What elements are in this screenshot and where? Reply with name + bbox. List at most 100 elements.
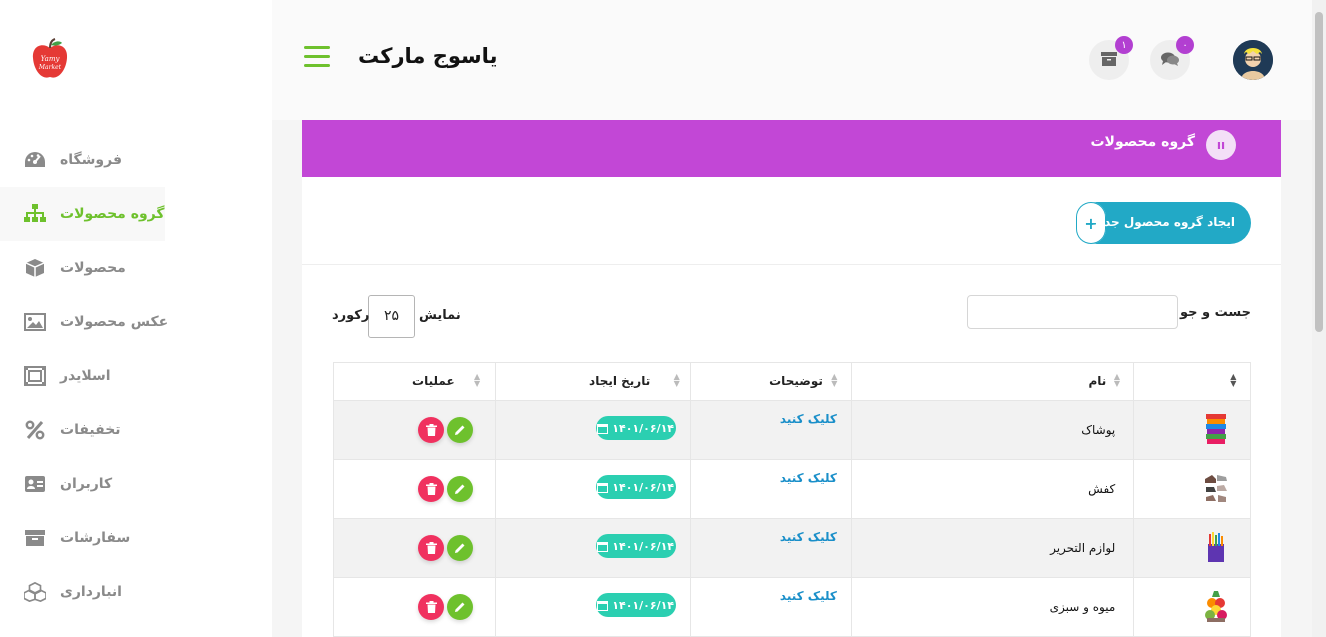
- sidebar-item-product-groups[interactable]: گروه محصولات: [0, 187, 165, 241]
- sidebar-item-store[interactable]: فروشگاه: [0, 133, 272, 187]
- sidebar-item-products[interactable]: محصولات: [0, 241, 272, 295]
- search-label: جست و جو :: [1170, 305, 1251, 320]
- column-header-operations[interactable]: ▲ ▼ عملیات: [334, 363, 495, 400]
- user-avatar[interactable]: [1233, 40, 1273, 80]
- brand-logo[interactable]: Yamy Market: [30, 38, 70, 82]
- calendar-icon: [597, 600, 609, 611]
- sidebar-item-slider[interactable]: اسلایدر: [0, 349, 272, 403]
- slider-icon: [24, 365, 46, 387]
- sort-icon: ▲ ▼: [831, 372, 838, 388]
- archive-box-icon: [24, 527, 46, 549]
- delete-button[interactable]: [418, 594, 444, 620]
- group-name: کفش: [1088, 482, 1116, 496]
- sort-icon: ▲ ▼: [673, 372, 680, 388]
- sidebar: Yamy Market فروشگاه گروه محصولات محصولات: [0, 0, 272, 637]
- archive-icon: [1101, 51, 1117, 70]
- description-link[interactable]: کلیک کنید: [780, 589, 837, 603]
- calendar-icon: [597, 423, 609, 434]
- table-row: ۱۴۰۱/۰۶/۱۴ کلیک کنید لوازم التحریر: [334, 519, 1250, 578]
- group-name: لوازم التحریر: [1050, 541, 1116, 555]
- sidebar-item-label: عکس محصولات: [60, 314, 169, 330]
- panel-title: گروه محصولات: [1090, 134, 1195, 150]
- sidebar-item-users[interactable]: کاربران: [0, 457, 272, 511]
- sidebar-item-product-images[interactable]: عکس محصولات: [0, 295, 272, 349]
- group-name: میوه و سبزی: [1049, 600, 1116, 614]
- delete-button[interactable]: [418, 535, 444, 561]
- panel-header: ıı گروه محصولات: [302, 120, 1281, 177]
- sidebar-item-discounts[interactable]: تخفیفات: [0, 403, 272, 457]
- column-header-image[interactable]: ▲ ▼: [1133, 363, 1250, 400]
- clothing-thumbnail: [1206, 414, 1227, 444]
- top-header: یاسوج مارکت ۱ ۰: [272, 0, 1312, 120]
- table-header-row: ▲ ▼ عملیات ▲ ▼ تاریخ ایجاد ▲ ▼ توضیحات ▲ ▼ ن…: [334, 363, 1250, 401]
- sidebar-item-label: تخفیفات: [60, 422, 121, 438]
- sidebar-item-label: کاربران: [60, 476, 113, 492]
- page-scrollbar[interactable]: [1312, 0, 1326, 637]
- pencil-icon: [455, 602, 465, 612]
- archive-button[interactable]: ۱: [1089, 36, 1133, 80]
- page-size-select[interactable]: ۲۵: [368, 295, 415, 338]
- trash-icon: [425, 483, 437, 495]
- cube-icon: [24, 257, 46, 279]
- calendar-icon: [597, 482, 609, 493]
- sidebar-item-warehouse[interactable]: انبارداری: [0, 565, 272, 619]
- table-row: ۱۴۰۱/۰۶/۱۴ کلیک کنید کفش: [334, 460, 1250, 519]
- sidebar-item-label: محصولات: [60, 260, 126, 276]
- show-label: نمایش: [419, 308, 461, 323]
- created-date-badge: ۱۴۰۱/۰۶/۱۴: [595, 534, 676, 558]
- record-label: رکورد: [332, 308, 370, 323]
- sidebar-item-label: فروشگاه: [60, 152, 123, 168]
- fruit-thumbnail: [1205, 591, 1228, 622]
- product-groups-panel: ıı گروه محصولات + ایجاد گروه محصول جدید …: [302, 120, 1281, 637]
- calendar-icon: [597, 541, 609, 552]
- comments-icon: [1161, 51, 1179, 70]
- description-link[interactable]: کلیک کنید: [780, 412, 837, 426]
- table-row: ۱۴۰۱/۰۶/۱۴ کلیک کنید میوه و سبزی: [334, 578, 1250, 637]
- pencil-icon: [455, 484, 465, 494]
- delete-button[interactable]: [418, 476, 444, 502]
- image-icon: [24, 311, 46, 333]
- dashboard-gauge-icon: [24, 149, 46, 171]
- messages-badge: ۰: [1176, 36, 1194, 54]
- column-header-name[interactable]: ▲ ▼ نام: [850, 363, 1133, 400]
- search-input[interactable]: [967, 295, 1178, 329]
- description-link[interactable]: کلیک کنید: [780, 471, 837, 485]
- column-header-created[interactable]: ▲ ▼ تاریخ ایجاد: [494, 363, 691, 400]
- sidebar-item-label: اسلایدر: [60, 368, 111, 384]
- percent-icon: [24, 419, 46, 441]
- sidebar-item-label: انبارداری: [60, 584, 122, 600]
- sort-icon: ▲ ▼: [474, 372, 481, 388]
- archive-badge: ۱: [1115, 36, 1133, 54]
- sidebar-item-label: سفارشات: [60, 530, 131, 546]
- svg-text:Yamy: Yamy: [41, 55, 61, 63]
- menu-toggle-button[interactable]: [304, 46, 330, 70]
- description-link[interactable]: کلیک کنید: [780, 530, 837, 544]
- scrollbar-thumb[interactable]: [1315, 12, 1323, 332]
- sort-icon: ▲ ▼: [1113, 372, 1121, 388]
- svg-text:Market: Market: [38, 64, 62, 71]
- panel-toolbar: + ایجاد گروه محصول جدید: [302, 177, 1281, 265]
- boxes-icon: [24, 581, 46, 603]
- create-product-group-button[interactable]: + ایجاد گروه محصول جدید: [1076, 202, 1251, 244]
- create-button-label: ایجاد گروه محصول جدید: [1092, 215, 1235, 229]
- stationery-thumbnail: [1208, 532, 1225, 562]
- messages-button[interactable]: ۰: [1150, 36, 1194, 80]
- sitemap-icon: [24, 203, 46, 225]
- edit-button[interactable]: [447, 594, 473, 620]
- created-date-badge: ۱۴۰۱/۰۶/۱۴: [595, 416, 676, 440]
- sort-icon: ▲ ▼: [1230, 372, 1237, 388]
- site-title: یاسوج مارکت: [358, 44, 498, 68]
- delete-button[interactable]: [418, 417, 444, 443]
- created-date-badge: ۱۴۰۱/۰۶/۱۴: [595, 593, 676, 617]
- edit-button[interactable]: [447, 476, 473, 502]
- trash-icon: [425, 542, 437, 554]
- sidebar-item-orders[interactable]: سفارشات: [0, 511, 272, 565]
- trash-icon: [425, 601, 437, 613]
- edit-button[interactable]: [447, 535, 473, 561]
- edit-button[interactable]: [447, 417, 473, 443]
- table-row: ۱۴۰۱/۰۶/۱۴ کلیک کنید پوشاک: [334, 401, 1250, 460]
- created-date-badge: ۱۴۰۱/۰۶/۱۴: [595, 475, 676, 499]
- trash-icon: [425, 424, 437, 436]
- column-header-description[interactable]: ▲ ▼ توضیحات: [690, 363, 851, 400]
- pencil-icon: [455, 543, 465, 553]
